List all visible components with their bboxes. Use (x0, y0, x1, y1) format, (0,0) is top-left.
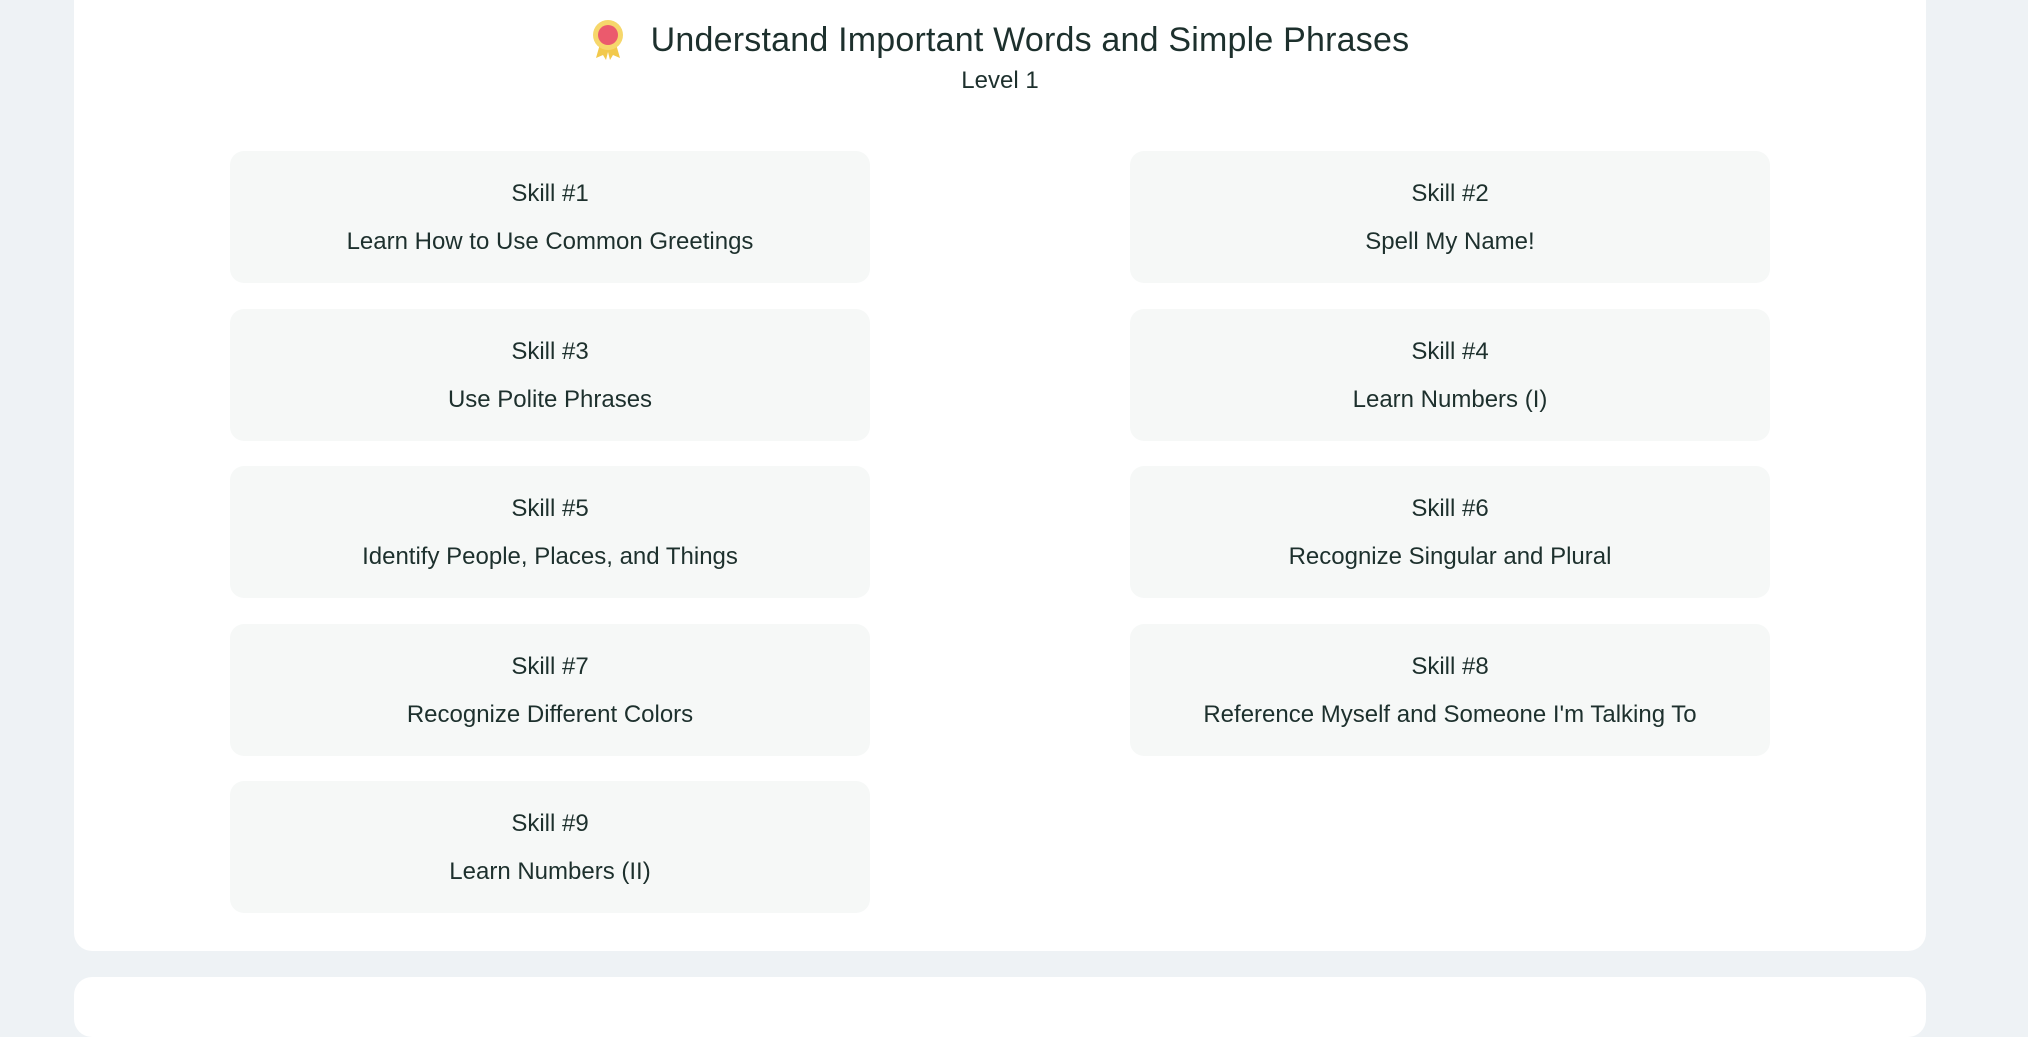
skill-number: Skill #8 (1411, 653, 1489, 680)
skill-card-7[interactable]: Skill #7 Recognize Different Colors (230, 624, 870, 756)
skill-name: Learn How to Use Common Greetings (346, 228, 754, 255)
skill-name: Recognize Different Colors (406, 701, 694, 728)
skill-number: Skill #2 (1411, 180, 1489, 207)
medal-icon (592, 20, 623, 60)
skill-number: Skill #1 (511, 180, 589, 207)
skill-name: Learn Numbers (I) (1352, 386, 1548, 413)
skill-name: Identify People, Places, and Things (362, 543, 738, 570)
skill-card-8[interactable]: Skill #8 Reference Myself and Someone I'… (1130, 624, 1770, 756)
skill-card-5[interactable]: Skill #5 Identify People, Places, and Th… (230, 466, 870, 598)
skill-number: Skill #6 (1411, 495, 1489, 522)
skill-name: Reference Myself and Someone I'm Talking… (1203, 701, 1697, 728)
skill-card-3[interactable]: Skill #3 Use Polite Phrases (230, 309, 870, 441)
level-label: Level 1 (961, 67, 1039, 94)
skill-card-9[interactable]: Skill #9 Learn Numbers (II) (230, 781, 870, 913)
skill-card-6[interactable]: Skill #6 Recognize Singular and Plural (1130, 466, 1770, 598)
skill-card-1[interactable]: Skill #1 Learn How to Use Common Greetin… (230, 151, 870, 283)
next-level-card (74, 977, 1926, 1037)
skill-name: Learn Numbers (II) (449, 858, 651, 885)
skill-name: Recognize Singular and Plural (1288, 543, 1612, 570)
level-header: Understand Important Words and Simple Ph… (74, 18, 1926, 62)
skill-number: Skill #4 (1411, 338, 1489, 365)
skill-card-2[interactable]: Skill #2 Spell My Name! (1130, 151, 1770, 283)
skill-name: Use Polite Phrases (447, 386, 653, 413)
skill-name: Spell My Name! (1365, 228, 1535, 255)
skill-number: Skill #5 (511, 495, 589, 522)
skill-number: Skill #9 (511, 810, 589, 837)
skill-number: Skill #3 (511, 338, 589, 365)
level-card: Understand Important Words and Simple Ph… (74, 0, 1926, 951)
page-title: Understand Important Words and Simple Ph… (650, 21, 1410, 59)
skill-number: Skill #7 (511, 653, 589, 680)
skill-card-4[interactable]: Skill #4 Learn Numbers (I) (1130, 309, 1770, 441)
